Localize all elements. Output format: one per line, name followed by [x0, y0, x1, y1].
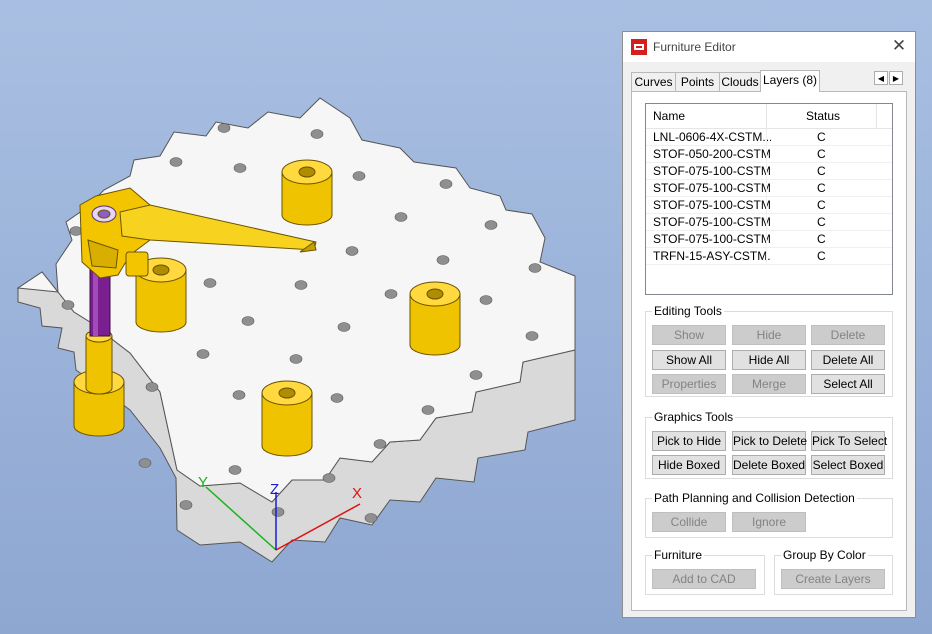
merge-button[interactable]: Merge: [732, 374, 806, 394]
window-title: Furniture Editor: [653, 40, 736, 54]
tab-scroll-right-icon[interactable]: ▶: [889, 71, 903, 85]
collide-button[interactable]: Collide: [652, 512, 726, 532]
tab-points[interactable]: Points: [675, 72, 720, 91]
x-axis-label: X: [352, 485, 362, 502]
pick-to-hide-button[interactable]: Pick to Hide: [652, 431, 726, 451]
delete-boxed-button[interactable]: Delete Boxed: [732, 455, 806, 475]
hide-button[interactable]: Hide: [732, 325, 806, 345]
group-by-color-label: Group By Color: [781, 548, 868, 562]
column-header-status[interactable]: Status: [806, 104, 840, 128]
hide-boxed-button[interactable]: Hide Boxed: [652, 455, 726, 475]
layers-list[interactable]: Name Status LNL-0606-4X-CSTM... C STOF-05…: [645, 103, 893, 295]
table-row[interactable]: STOF-050-200-CSTM... C: [646, 146, 892, 163]
y-axis-label: Y: [198, 474, 208, 491]
hide-all-button[interactable]: Hide All: [732, 350, 806, 370]
add-to-cad-button[interactable]: Add to CAD: [652, 569, 756, 589]
table-row[interactable]: STOF-075-100-CSTM... C: [646, 163, 892, 180]
layers-list-header: Name Status: [646, 104, 892, 129]
show-button[interactable]: Show: [652, 325, 726, 345]
table-row[interactable]: LNL-0606-4X-CSTM... C: [646, 129, 892, 146]
table-row[interactable]: STOF-075-100-CSTM... C: [646, 180, 892, 197]
graphics-tools-group: Graphics Tools Pick to Hide Pick to Dele…: [645, 410, 893, 479]
furniture-group: Furniture Add to CAD: [645, 548, 765, 595]
close-icon[interactable]: ✕: [889, 36, 909, 56]
pick-to-delete-button[interactable]: Pick to Delete: [732, 431, 807, 451]
show-all-button[interactable]: Show All: [652, 350, 726, 370]
3d-scene: X Y Z: [16, 97, 576, 563]
delete-all-button[interactable]: Delete All: [811, 350, 885, 370]
furniture-editor-window: Furniture Editor ✕ Curves Points Clouds …: [622, 31, 916, 618]
delete-button[interactable]: Delete: [811, 325, 885, 345]
column-header-name[interactable]: Name: [653, 104, 685, 128]
graphics-tools-label: Graphics Tools: [652, 410, 736, 424]
editing-tools-label: Editing Tools: [652, 304, 724, 318]
furniture-editor-app-icon: [631, 39, 647, 55]
editing-tools-group: Editing Tools Show Hide Delete Show All …: [645, 304, 893, 397]
tab-layers[interactable]: Layers (8): [760, 70, 820, 92]
create-layers-button[interactable]: Create Layers: [781, 569, 885, 589]
pick-to-select-button[interactable]: Pick To Select: [811, 431, 887, 451]
select-all-button[interactable]: Select All: [811, 374, 885, 394]
tab-clouds[interactable]: Clouds: [719, 72, 761, 91]
z-axis-label: Z: [270, 481, 279, 498]
path-planning-group: Path Planning and Collision Detection Co…: [645, 491, 893, 538]
furniture-label: Furniture: [652, 548, 705, 562]
properties-button[interactable]: Properties: [652, 374, 726, 394]
table-row[interactable]: TRFN-15-ASY-CSTM... C: [646, 248, 892, 265]
layers-tab-page: Name Status LNL-0606-4X-CSTM... C STOF-05…: [631, 91, 907, 611]
table-row[interactable]: STOF-075-100-CSTM... C: [646, 214, 892, 231]
path-planning-label: Path Planning and Collision Detection: [652, 491, 857, 505]
group-by-color-group: Group By Color Create Layers: [774, 548, 893, 595]
select-boxed-button[interactable]: Select Boxed: [811, 455, 885, 475]
tab-scroll-left-icon[interactable]: ◀: [874, 71, 888, 85]
table-row[interactable]: STOF-075-100-CSTM... C: [646, 197, 892, 214]
table-row[interactable]: STOF-075-100-CSTM... C: [646, 231, 892, 248]
title-bar[interactable]: Furniture Editor ✕: [623, 32, 915, 62]
tab-curves[interactable]: Curves: [631, 72, 676, 91]
ignore-button[interactable]: Ignore: [732, 512, 806, 532]
